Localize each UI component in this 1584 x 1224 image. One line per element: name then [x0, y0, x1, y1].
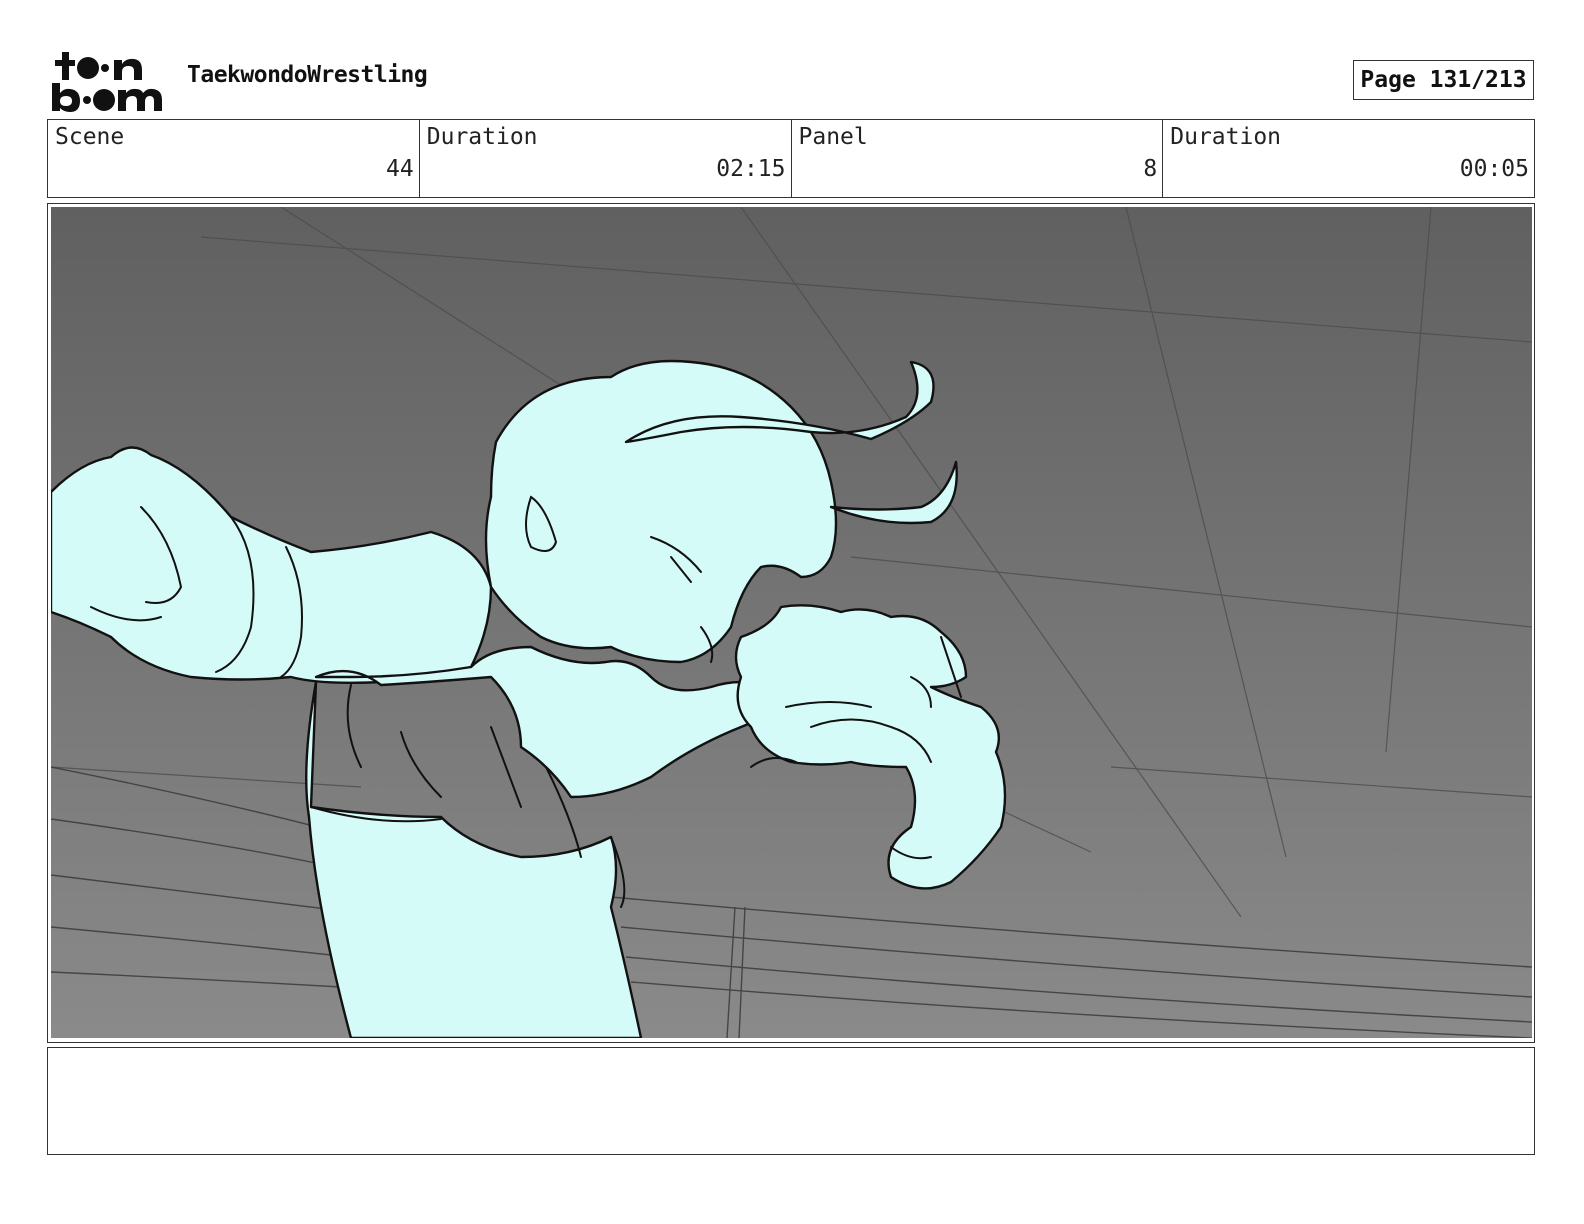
- scene-label: Scene: [55, 124, 125, 150]
- scene-info-table: Scene 44 Duration 02:15 Panel 8 Duration…: [47, 119, 1535, 198]
- panel-duration-label: Duration: [1170, 124, 1282, 150]
- panel-label: Panel: [798, 124, 868, 150]
- panel-duration-value: 00:05: [1459, 156, 1529, 182]
- toon-boom-logo: [50, 50, 165, 112]
- panel-drawing: [51, 207, 1532, 1038]
- panel-notes-box: [47, 1047, 1535, 1155]
- storyboard-sketch: [51, 207, 1532, 1038]
- scene-duration-label: Duration: [426, 124, 538, 150]
- project-title: TaekwondoWrestling: [187, 62, 428, 88]
- panel-value: 8: [1143, 156, 1158, 182]
- scene-cell: Scene 44: [48, 120, 420, 197]
- scene-duration-cell: Duration 02:15: [420, 120, 792, 197]
- page-number-box: Page 131/213: [1353, 60, 1534, 100]
- scene-value: 44: [386, 156, 414, 182]
- scene-duration-value: 02:15: [716, 156, 786, 182]
- panel-duration-cell: Duration 00:05: [1163, 120, 1534, 197]
- panel-cell: Panel 8: [792, 120, 1164, 197]
- page-number: Page 131/213: [1360, 67, 1527, 93]
